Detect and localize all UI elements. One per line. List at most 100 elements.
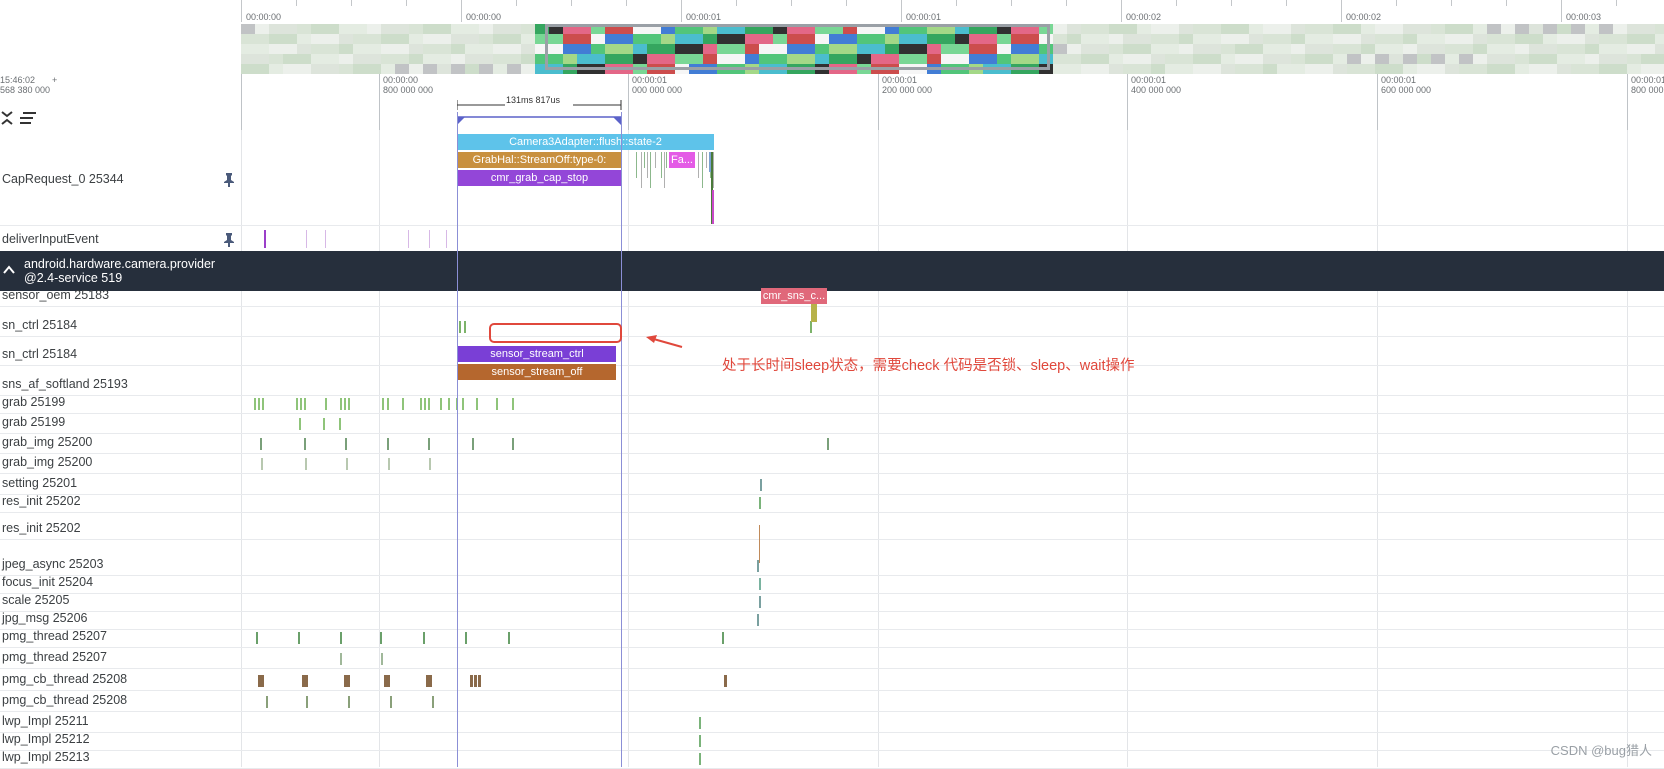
thread-slice-mark[interactable]: [305, 675, 308, 687]
thread-slice-mark[interactable]: [464, 321, 466, 333]
thread-slice-mark[interactable]: [298, 632, 300, 644]
pin-icon[interactable]: [223, 172, 235, 188]
thread-slice-mark[interactable]: [827, 438, 829, 450]
thread-slice-mark[interactable]: [429, 675, 432, 687]
thread-slice-mark[interactable]: [440, 398, 442, 410]
thread-slice-mark[interactable]: [325, 398, 327, 410]
thread-slice-mark[interactable]: [348, 398, 350, 410]
thread-slice-mark[interactable]: [340, 398, 342, 410]
menu-lines-icon[interactable]: [19, 111, 37, 125]
thread-slice-mark[interactable]: [345, 438, 347, 450]
thread-slice-mark[interactable]: [305, 458, 307, 470]
caprequest-small-slice[interactable]: [650, 152, 651, 188]
slice-flush[interactable]: Camera3Adapter::flush::state-2: [457, 134, 714, 150]
caprequest-small-slice[interactable]: [644, 152, 645, 168]
thread-slice-mark[interactable]: [476, 398, 478, 410]
thread-slice-mark[interactable]: [304, 398, 306, 410]
caprequest-small-slice[interactable]: [709, 152, 711, 172]
thread-slice-mark[interactable]: [261, 458, 263, 470]
thread-slice-mark[interactable]: [380, 632, 382, 644]
track-label-thread[interactable]: scale 25205: [2, 593, 69, 607]
thread-slice-mark[interactable]: [759, 497, 761, 509]
caprequest-small-slice[interactable]: [713, 152, 714, 188]
timeline-overview[interactable]: 00:00:00 00:00:00 00:00:01 00:00:01 00:0…: [0, 0, 1664, 75]
thread-slice-mark[interactable]: [306, 696, 308, 708]
track-label-thread[interactable]: pmg_thread 25207: [2, 629, 107, 643]
selection-end-line[interactable]: [621, 112, 622, 767]
slice-stream-ctrl[interactable]: sensor_stream_ctrl: [458, 346, 616, 362]
selection-start-line[interactable]: [457, 112, 458, 767]
caprequest-small-slice[interactable]: [698, 152, 699, 178]
track-label-thread[interactable]: grab_img 25200: [2, 455, 92, 469]
caprequest-small-slice[interactable]: [712, 190, 714, 224]
thread-slice-mark[interactable]: [512, 438, 514, 450]
thread-slice-mark[interactable]: [382, 398, 384, 410]
thread-slice-mark[interactable]: [474, 675, 477, 687]
thread-slice-mark[interactable]: [296, 398, 298, 410]
caprequest-small-slice[interactable]: [655, 152, 656, 168]
thread-slice-mark[interactable]: [432, 696, 434, 708]
caprequest-small-slice[interactable]: [702, 152, 703, 188]
track-label-thread[interactable]: sn_ctrl 25184: [2, 318, 77, 332]
thread-slice-mark[interactable]: [300, 398, 302, 410]
thread-slice-mark[interactable]: [448, 398, 450, 410]
thread-slice-mark[interactable]: [462, 398, 464, 410]
thread-slice-mark[interactable]: [465, 632, 467, 644]
thread-slice-mark[interactable]: [722, 632, 724, 644]
thread-slice-mark[interactable]: [340, 653, 342, 665]
thread-slice-mark[interactable]: [423, 632, 425, 644]
thread-slice-mark[interactable]: [810, 321, 812, 333]
slice-streamoff[interactable]: GrabHal::StreamOff:type-0:: [457, 152, 622, 168]
track-label-thread[interactable]: lwp_Impl 25213: [2, 750, 90, 764]
thread-slice-mark[interactable]: [346, 458, 348, 470]
thread-slice-mark[interactable]: [299, 418, 301, 430]
collapse-all-icon[interactable]: [0, 110, 14, 126]
track-label-thread[interactable]: sn_ctrl 25184: [2, 347, 77, 361]
thread-slice-mark[interactable]: [759, 596, 761, 608]
slice-fa[interactable]: Fa...: [669, 152, 695, 168]
thread-slice-mark[interactable]: [347, 675, 350, 687]
track-label-thread[interactable]: grab 25199: [2, 395, 65, 409]
caprequest-small-slice[interactable]: [636, 152, 637, 178]
thread-slice-mark[interactable]: [508, 632, 510, 644]
thread-slice-mark[interactable]: [757, 614, 759, 626]
slice-stream-off[interactable]: sensor_stream_off: [458, 364, 616, 380]
track-label-deliver[interactable]: deliverInputEvent: [2, 232, 99, 246]
track-label-thread[interactable]: pmg_thread 25207: [2, 650, 107, 664]
thread-slice-mark[interactable]: [759, 525, 760, 563]
thread-slice-mark[interactable]: [344, 398, 346, 410]
thread-slice-mark[interactable]: [388, 458, 390, 470]
thread-slice-mark[interactable]: [340, 632, 342, 644]
thread-slice-mark[interactable]: [496, 398, 498, 410]
thread-slice-mark[interactable]: [759, 578, 761, 590]
track-label-thread[interactable]: lwp_Impl 25211: [2, 714, 89, 728]
thread-slice-mark[interactable]: [402, 398, 404, 410]
thread-slice-mark[interactable]: [760, 479, 762, 491]
slice-cap-stop[interactable]: cmr_grab_cap_stop: [457, 170, 622, 186]
track-label-thread[interactable]: res_init 25202: [2, 494, 81, 508]
thread-slice-mark[interactable]: [724, 675, 727, 687]
slice-sns-c[interactable]: cmr_sns_c...: [761, 288, 827, 304]
thread-slice-mark[interactable]: [512, 398, 514, 410]
track-label-caprequest[interactable]: CapRequest_0 25344: [2, 172, 124, 186]
caprequest-small-slice[interactable]: [666, 152, 667, 168]
thread-slice-mark[interactable]: [323, 418, 325, 430]
caprequest-small-slice[interactable]: [647, 152, 648, 178]
track-label-thread[interactable]: jpeg_async 25203: [2, 557, 103, 571]
thread-slice-mark[interactable]: [266, 696, 268, 708]
thread-slice-mark[interactable]: [387, 675, 390, 687]
thread-slice-mark[interactable]: [459, 321, 461, 333]
track-label-thread[interactable]: grab 25199: [2, 415, 65, 429]
thread-slice-mark[interactable]: [429, 458, 431, 470]
chevron-up-icon[interactable]: [2, 263, 16, 277]
track-label-thread[interactable]: sns_af_softland 25193: [2, 377, 128, 391]
thread-slice-mark[interactable]: [304, 438, 306, 450]
thread-slice-mark[interactable]: [339, 418, 341, 430]
thread-slice-mark[interactable]: [424, 398, 426, 410]
thread-slice-mark[interactable]: [387, 438, 389, 450]
thread-slice-mark[interactable]: [387, 398, 389, 410]
process-group-header[interactable]: android.hardware.camera.provider @2.4-se…: [0, 251, 1664, 291]
overview-visible-window[interactable]: [545, 24, 1050, 70]
thread-slice-mark[interactable]: [390, 696, 392, 708]
thread-slice-mark[interactable]: [428, 438, 430, 450]
